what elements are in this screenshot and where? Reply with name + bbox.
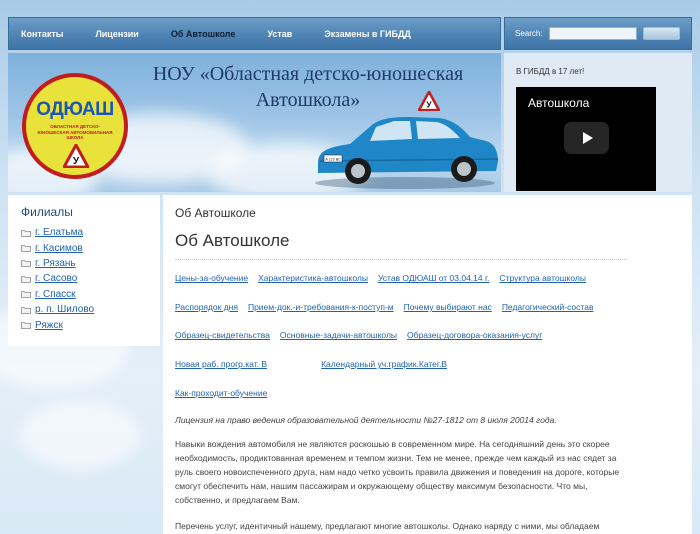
license-plate: А 123 ВС <box>325 158 341 162</box>
video-player[interactable]: Автошкола <box>516 87 656 191</box>
intro-paragraph: Навыки вождения автомобиля не являются р… <box>175 438 620 505</box>
school-logo: ОДЮАШ ОБЛАСТНАЯ ДЕТСКО-ЮНОШЕСКАЯ АВТОМОБ… <box>22 73 128 179</box>
header-banner: ОДЮАШ ОБЛАСТНАЯ ДЕТСКО-ЮНОШЕСКАЯ АВТОМОБ… <box>8 53 501 192</box>
learner-sign-icon: У <box>418 91 440 111</box>
gibdd-note: В ГИБДД в 17 лет! <box>516 67 585 76</box>
branch-item: г. Рязань <box>21 256 147 271</box>
branch-link[interactable]: р. п. Шилово <box>35 304 94 315</box>
branches-list: г. Елатьма г. Касимов г. Рязань г. Сасов… <box>21 225 147 333</box>
branch-link[interactable]: г. Сасово <box>35 273 77 284</box>
branch-link[interactable]: г. Рязань <box>35 258 76 269</box>
play-button[interactable] <box>564 122 609 154</box>
folder-icon <box>21 275 31 283</box>
branch-link[interactable]: г. Спасск <box>35 289 76 300</box>
links-row: Как-проходит-обучение <box>175 378 680 407</box>
links-row: Цены-за-обучение Характеристика-автошкол… <box>175 264 680 293</box>
play-icon <box>582 132 593 144</box>
branches-sidebar: Филиалы г. Елатьма г. Касимов г. Рязань … <box>8 195 160 346</box>
folder-icon <box>21 229 31 237</box>
search-bar: Search: <box>504 17 692 50</box>
branch-link[interactable]: г. Елатьма <box>35 227 83 238</box>
search-input[interactable] <box>548 27 637 40</box>
section-link[interactable]: Педагогический-состав <box>502 302 594 312</box>
section-link[interactable]: Новая раб. прогр.кат. В <box>175 359 267 369</box>
right-panel: В ГИБДД в 17 лет! Автошкола <box>504 53 692 192</box>
breadcrumb: Об Автошколе <box>175 206 256 220</box>
branch-link[interactable]: г. Касимов <box>35 243 83 254</box>
folder-icon <box>21 322 31 329</box>
section-link[interactable]: Цены-за-обучение <box>175 273 248 283</box>
folder-icon <box>21 306 31 314</box>
folder-icon <box>21 260 31 268</box>
section-link[interactable]: Устав ОДЮАШ от 03.04.14 г. <box>378 273 489 283</box>
logo-title: ОДЮАШ <box>36 99 114 120</box>
folder-icon <box>21 245 31 252</box>
nav-item-licenses[interactable]: Лицензии <box>95 29 138 39</box>
main-nav: Контакты Лицензии Об Автошколе Устав Экз… <box>8 17 501 50</box>
branch-link[interactable]: Ряжск <box>35 320 63 331</box>
sign-letter: У <box>426 100 432 110</box>
links-row: Распорядок дня Прием-док.-и-требования-к… <box>175 293 680 322</box>
section-link[interactable]: Образец-договора-оказания-услуг <box>407 330 542 340</box>
video-title: Автошкола <box>528 96 590 110</box>
section-link[interactable]: Основные-задачи-автошколы <box>280 330 397 340</box>
branch-item: г. Спасск <box>21 287 147 302</box>
main-content: Об Автошколе Об Автошколе Цены-за-обучен… <box>163 195 692 534</box>
section-link[interactable]: Характеристика-автошколы <box>258 273 368 283</box>
branch-item: г. Касимов <box>21 240 147 255</box>
branches-title: Филиалы <box>21 205 73 219</box>
nav-item-exams[interactable]: Экзамены в ГИБДД <box>324 29 410 39</box>
search-button[interactable] <box>642 27 680 40</box>
links-row: Образец-свидетельства Основные-задачи-ав… <box>175 321 680 350</box>
services-paragraph: Перечень услуг, идентичный нашему, предл… <box>175 520 600 531</box>
learner-sign-icon: У <box>63 144 89 168</box>
title-divider <box>175 259 627 260</box>
section-link[interactable]: Почему выбирают нас <box>404 302 492 312</box>
branch-item: Ряжск <box>21 317 147 332</box>
search-label: Search: <box>515 29 543 38</box>
background-cloud <box>20 400 140 470</box>
logo-subtitle: ОБЛАСТНАЯ ДЕТСКО-ЮНОШЕСКАЯ АВТОМОБИЛЬНАЯ… <box>37 124 113 140</box>
nav-item-about[interactable]: Об Автошколе <box>171 29 236 39</box>
section-link[interactable]: Распорядок дня <box>175 302 238 312</box>
license-note: Лицензия на право ведения образовательно… <box>175 414 557 425</box>
section-link[interactable]: Образец-свидетельства <box>175 330 270 340</box>
car-illustration: А 123 ВС <box>315 117 499 189</box>
section-link[interactable]: Как-проходит-обучение <box>175 388 267 398</box>
page-title: Об Автошколе <box>175 231 290 250</box>
folder-icon <box>21 291 31 299</box>
section-link[interactable]: Календарный уч.график.Катег.В <box>321 359 447 369</box>
branch-item: г. Сасово <box>21 271 147 286</box>
nav-item-contacts[interactable]: Контакты <box>21 29 63 39</box>
branch-item: р. п. Шилово <box>21 302 147 317</box>
branch-item: г. Елатьма <box>21 225 147 240</box>
sign-letter: У <box>73 156 80 167</box>
section-links: Цены-за-обучение Характеристика-автошкол… <box>175 264 680 407</box>
banner-title-line1: НОУ «Областная детско-юношеская <box>152 63 464 85</box>
nav-item-charter[interactable]: Устав <box>267 29 292 39</box>
links-row: Новая раб. прогр.кат. В Календарный уч.г… <box>175 350 680 379</box>
section-link[interactable]: Структура автошколы <box>499 273 586 283</box>
section-link[interactable]: Прием-док.-и-требования-к-поступ-м <box>248 302 394 312</box>
